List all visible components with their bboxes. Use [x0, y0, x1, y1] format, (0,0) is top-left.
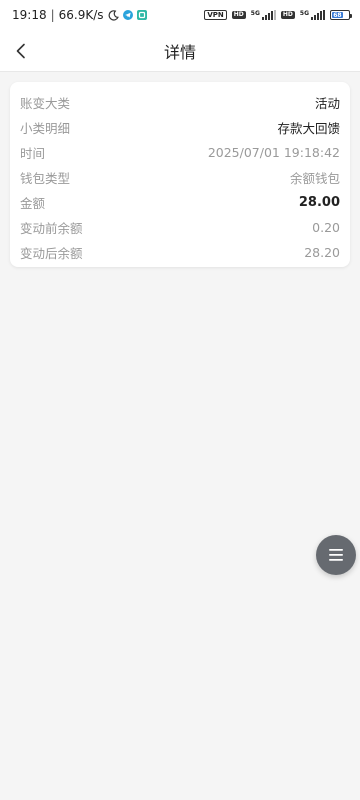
- detail-row-amount: 金额 28.00: [20, 190, 340, 215]
- detail-value: 28.20: [304, 245, 340, 260]
- detail-label: 变动后余额: [20, 246, 83, 261]
- detail-value: 0.20: [312, 220, 340, 235]
- detail-value: 活动: [314, 96, 340, 111]
- floating-menu-button[interactable]: [316, 535, 356, 575]
- signal-icon-2: [311, 10, 325, 20]
- detail-label: 变动前余额: [20, 221, 83, 236]
- detail-value: 28.00: [298, 195, 340, 210]
- status-right: VPN HD 5G HD 5G 68: [204, 10, 352, 20]
- detail-value: 存款大回馈: [277, 121, 340, 136]
- page-title: 详情: [163, 42, 196, 62]
- detail-value: 2025/07/01 19:18:42: [207, 145, 340, 160]
- detail-row-subcategory: 小类明细 存款大回馈: [20, 115, 340, 140]
- status-time: 19:18: [12, 8, 47, 22]
- network-type-label: 5G: [250, 10, 260, 17]
- detail-label: 金额: [20, 196, 46, 211]
- hd-icon-2: HD: [280, 11, 295, 19]
- nav-bar: 详情: [0, 30, 360, 72]
- signal-icon: [261, 10, 276, 20]
- detail-row-balance-after: 变动后余额 28.20: [20, 240, 340, 265]
- vpn-icon: VPN: [204, 10, 227, 20]
- detail-value: 余额钱包: [289, 171, 340, 186]
- network-type-label-2: 5G: [299, 10, 309, 17]
- status-left: 19:18 | 66.9K/s: [12, 8, 147, 22]
- battery-icon: 68: [330, 10, 352, 20]
- menu-icon: [329, 549, 343, 561]
- detail-label: 钱包类型: [20, 171, 71, 186]
- back-button[interactable]: [6, 36, 36, 66]
- detail-label: 时间: [20, 146, 46, 161]
- status-bar: 19:18 | 66.9K/s VPN HD 5G HD 5G 68: [0, 0, 360, 30]
- network-speed: 66.9K/s: [58, 8, 104, 22]
- detail-row-balance-before: 变动前余额 0.20: [20, 215, 340, 240]
- telegram-icon: [122, 10, 133, 20]
- app-icon: [136, 10, 147, 20]
- status-divider: |: [50, 8, 55, 22]
- detail-row-category: 账变大类 活动: [20, 90, 340, 115]
- battery-level: 68: [332, 11, 343, 19]
- detail-card: 账变大类 活动 小类明细 存款大回馈 时间 2025/07/01 19:18:4…: [10, 82, 350, 267]
- detail-label: 账变大类: [20, 96, 71, 111]
- moon-icon: [108, 9, 119, 21]
- chevron-left-icon: [16, 43, 25, 59]
- detail-label: 小类明细: [20, 121, 71, 136]
- hd-icon: HD: [231, 11, 246, 19]
- detail-row-wallet-type: 钱包类型 余额钱包: [20, 165, 340, 190]
- detail-row-time: 时间 2025/07/01 19:18:42: [20, 140, 340, 165]
